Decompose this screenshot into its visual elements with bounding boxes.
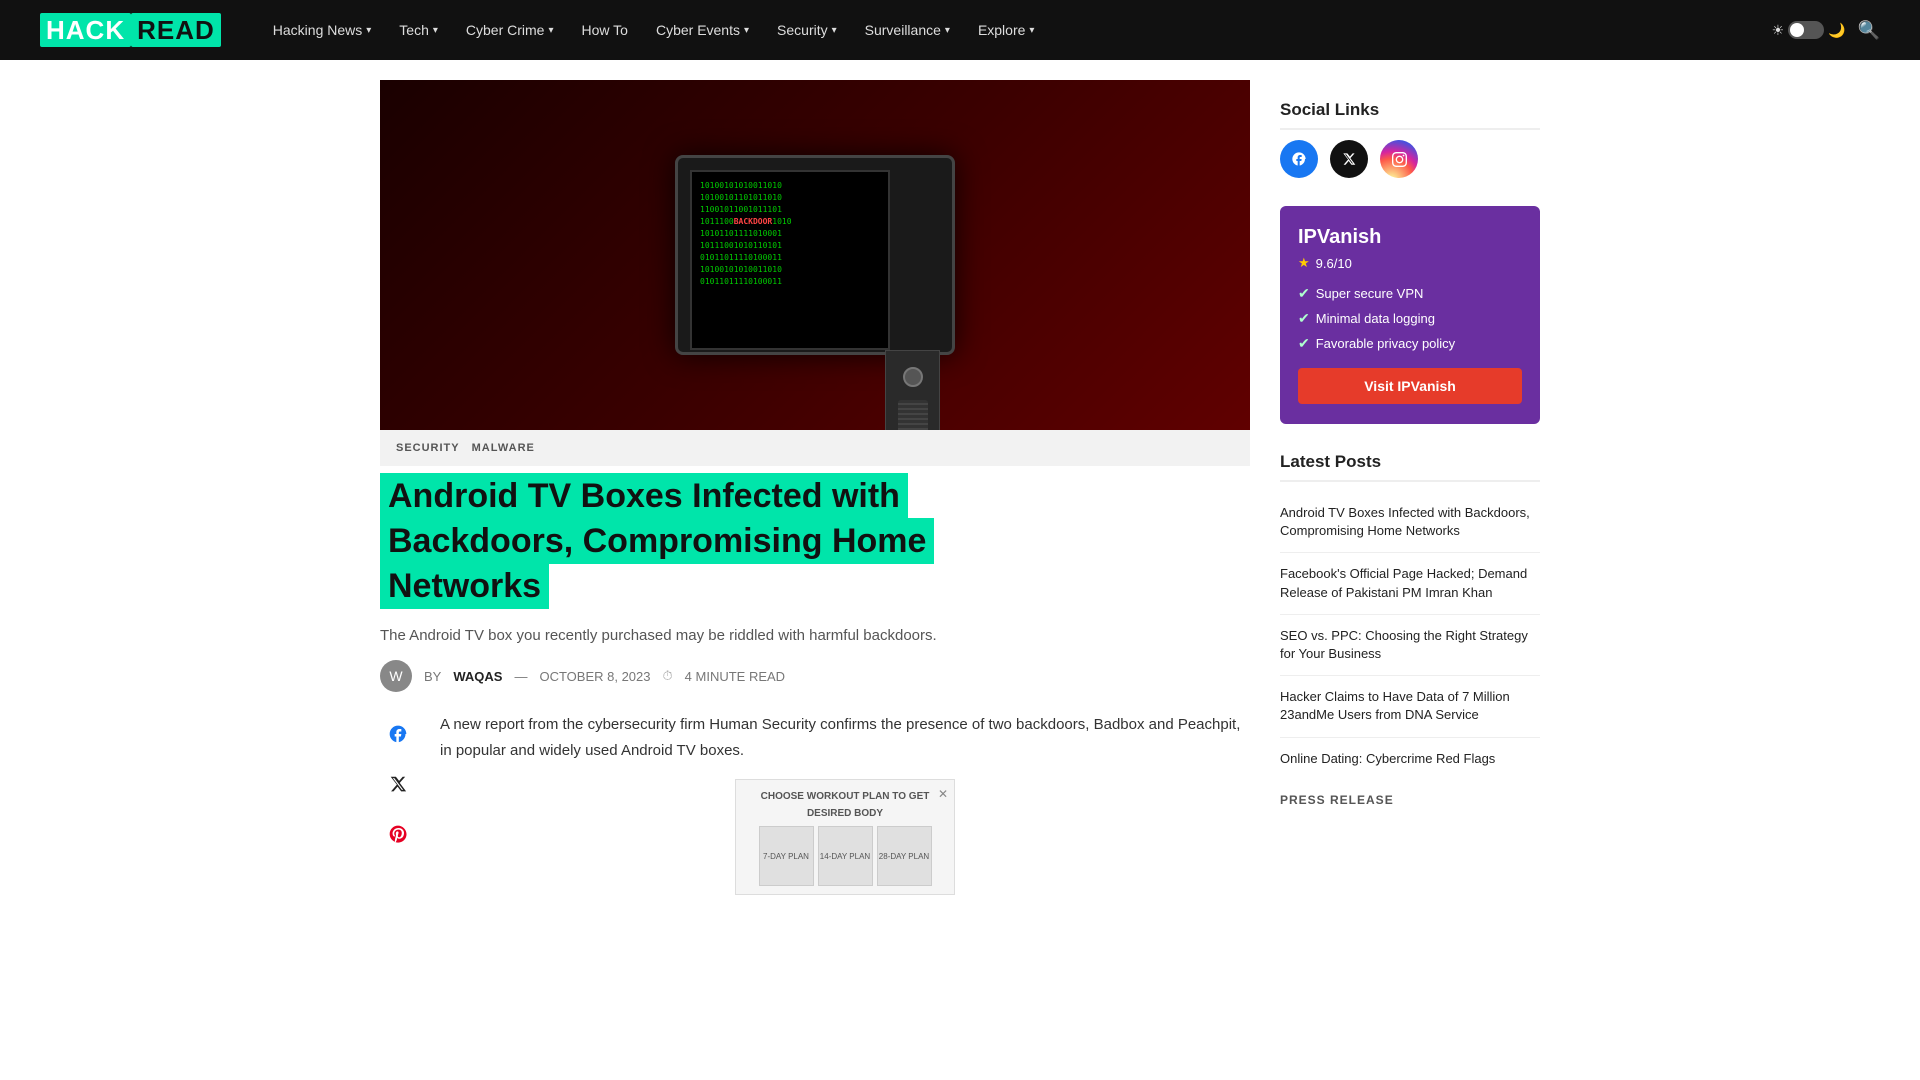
- nav-item-cyber-crime[interactable]: Cyber Crime ▾: [454, 14, 566, 46]
- author-name[interactable]: WAQAS: [453, 669, 502, 684]
- article-tags: SECURITY MALWARE: [380, 430, 1250, 466]
- hero-image: 10100101010011010 10100101101011010 1100…: [380, 80, 1250, 430]
- nav-item-how-to[interactable]: How To: [570, 14, 640, 46]
- ipvanish-rating: ★ 9.6/10: [1298, 255, 1522, 271]
- date-separator: —: [514, 669, 527, 684]
- check-icon: ✔: [1298, 285, 1310, 302]
- star-icon: ★: [1298, 255, 1310, 271]
- by-label: BY: [424, 669, 441, 684]
- main-nav: Hacking News ▾Tech ▾Cyber Crime ▾How ToC…: [261, 14, 1772, 46]
- nav-item-hacking-news[interactable]: Hacking News ▾: [261, 14, 384, 46]
- search-icon[interactable]: 🔍: [1858, 20, 1880, 41]
- toggle-switch[interactable]: [1788, 21, 1824, 39]
- chevron-down-icon: ▾: [945, 25, 950, 36]
- ad-close-button[interactable]: ✕: [938, 784, 948, 804]
- chevron-down-icon: ▾: [1029, 25, 1034, 36]
- article-title: Android TV Boxes Infected with Backdoors…: [380, 478, 934, 604]
- latest-post-item[interactable]: Android TV Boxes Infected with Backdoors…: [1280, 492, 1540, 553]
- ad-plan: 28-DAY PLAN: [877, 826, 932, 886]
- article-meta: W BY WAQAS — OCTOBER 8, 2023 ⏱ 4 MINUTE …: [380, 660, 1250, 692]
- nav-item-security[interactable]: Security ▾: [765, 14, 849, 46]
- press-release-label: PRESS RELEASE: [1280, 780, 1540, 821]
- ad-plan: 7-DAY PLAN: [759, 826, 814, 886]
- tv-speaker: [898, 400, 928, 430]
- toggle-knob: [1790, 23, 1804, 37]
- latest-posts-title: Latest Posts: [1280, 452, 1540, 482]
- article-body: A new report from the cybersecurity firm…: [440, 712, 1250, 911]
- author-avatar: W: [380, 660, 412, 692]
- header-right: ☀ 🌙 🔍: [1772, 20, 1880, 41]
- chevron-down-icon: ▾: [744, 25, 749, 36]
- ipvanish-score: 9.6/10: [1316, 256, 1352, 271]
- article-tag[interactable]: SECURITY: [396, 442, 460, 454]
- ad-title: CHOOSE WORKOUT PLAN TO GET DESIRED BODY: [744, 788, 946, 822]
- clock-icon: ⏱: [663, 668, 673, 684]
- twitter-link[interactable]: [1330, 140, 1368, 178]
- main-content: 10100101010011010 10100101101011010 1100…: [380, 80, 1250, 911]
- nav-item-surveillance[interactable]: Surveillance ▾: [853, 14, 962, 46]
- tv-box-illustration: 10100101010011010 10100101101011010 1100…: [675, 155, 955, 355]
- article-body-area: A new report from the cybersecurity firm…: [380, 712, 1250, 911]
- ipvanish-section: IPVanish ★ 9.6/10 ✔Super secure VPN ✔Mini…: [1280, 206, 1540, 424]
- nav-item-cyber-events[interactable]: Cyber Events ▾: [644, 14, 761, 46]
- check-icon: ✔: [1298, 335, 1310, 352]
- share-twitter-button[interactable]: [380, 766, 416, 802]
- title-line-1: Android TV Boxes Infected with: [380, 473, 908, 519]
- ipvanish-feature: ✔Minimal data logging: [1298, 310, 1522, 327]
- site-header: HACKREAD Hacking News ▾Tech ▾Cyber Crime…: [0, 0, 1920, 60]
- sun-icon: ☀: [1772, 22, 1785, 39]
- article-first-paragraph: A new report from the cybersecurity firm…: [440, 712, 1250, 763]
- chevron-down-icon: ▾: [548, 25, 553, 36]
- read-time: 4 MINUTE READ: [685, 669, 785, 684]
- social-links: [1280, 140, 1540, 178]
- article-date: OCTOBER 8, 2023: [539, 669, 650, 684]
- article-title-area: Android TV Boxes Infected with Backdoors…: [380, 466, 1250, 608]
- latest-posts-section: Latest Posts Android TV Boxes Infected w…: [1280, 452, 1540, 820]
- title-line-3: Networks: [380, 563, 549, 609]
- latest-posts-list: Android TV Boxes Infected with Backdoors…: [1280, 492, 1540, 780]
- social-links-title: Social Links: [1280, 100, 1540, 130]
- article-tag[interactable]: MALWARE: [472, 442, 535, 454]
- ipvanish-cta-button[interactable]: Visit IPVanish: [1298, 368, 1522, 404]
- ipvanish-title: IPVanish: [1298, 226, 1522, 249]
- title-line-2: Backdoors, Compromising Home: [380, 518, 934, 564]
- latest-post-item[interactable]: Hacker Claims to Have Data of 7 Million …: [1280, 676, 1540, 737]
- ipvanish-features: ✔Super secure VPN ✔Minimal data logging ✔F…: [1298, 285, 1522, 352]
- social-share: [380, 716, 416, 911]
- chevron-down-icon: ▾: [832, 25, 837, 36]
- tv-screen: 10100101010011010 10100101101011010 1100…: [690, 170, 890, 350]
- tv-knob-1: [903, 367, 923, 387]
- moon-icon: 🌙: [1828, 22, 1845, 39]
- facebook-link[interactable]: [1280, 140, 1318, 178]
- share-facebook-button[interactable]: [380, 716, 416, 752]
- social-links-section: Social Links: [1280, 100, 1540, 178]
- nav-item-explore[interactable]: Explore ▾: [966, 14, 1047, 46]
- latest-post-item[interactable]: Online Dating: Cybercrime Red Flags: [1280, 738, 1540, 780]
- latest-post-item[interactable]: SEO vs. PPC: Choosing the Right Strategy…: [1280, 615, 1540, 676]
- chevron-down-icon: ▾: [433, 25, 438, 36]
- theme-toggle[interactable]: ☀ 🌙: [1772, 21, 1846, 39]
- latest-post-item[interactable]: Facebook's Official Page Hacked; Demand …: [1280, 553, 1540, 614]
- tv-side-controls: [885, 350, 940, 430]
- article-excerpt: The Android TV box you recently purchase…: [380, 624, 1250, 648]
- check-icon: ✔: [1298, 310, 1310, 327]
- ad-plan: 14-DAY PLAN: [818, 826, 873, 886]
- chevron-down-icon: ▾: [366, 25, 371, 36]
- instagram-link[interactable]: [1380, 140, 1418, 178]
- nav-item-tech[interactable]: Tech ▾: [387, 14, 450, 46]
- advertisement-block: ✕ CHOOSE WORKOUT PLAN TO GET DESIRED BOD…: [735, 779, 955, 895]
- ipvanish-feature: ✔Super secure VPN: [1298, 285, 1522, 302]
- site-logo[interactable]: HACKREAD: [40, 15, 221, 46]
- ipvanish-feature: ✔Favorable privacy policy: [1298, 335, 1522, 352]
- ad-plans: 7-DAY PLAN14-DAY PLAN28-DAY PLAN: [744, 826, 946, 886]
- ipvanish-card: IPVanish ★ 9.6/10 ✔Super secure VPN ✔Mini…: [1280, 206, 1540, 424]
- share-pinterest-button[interactable]: [380, 816, 416, 852]
- sidebar: Social Links IPVanish ★ 9.6/10: [1280, 80, 1540, 911]
